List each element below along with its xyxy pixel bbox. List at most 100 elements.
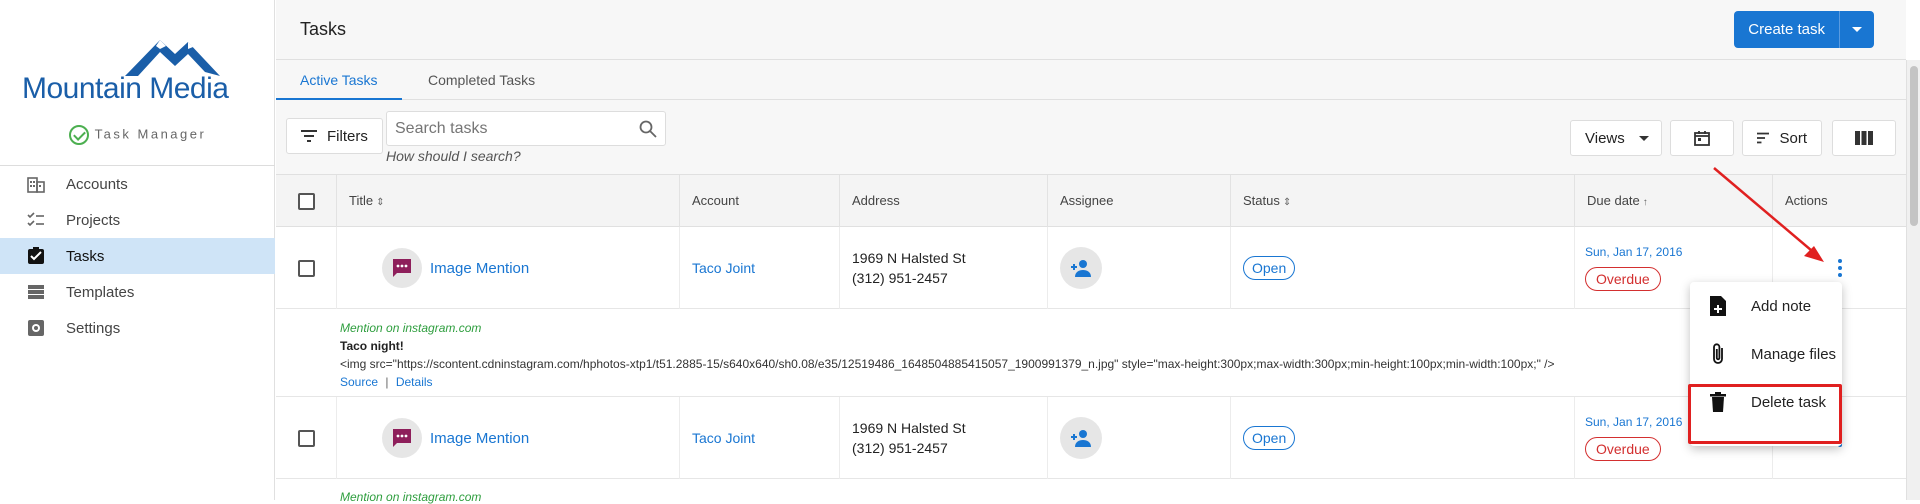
delete-task-highlight <box>1688 384 1842 444</box>
assignee-cell <box>1047 227 1230 309</box>
create-task-dropdown-button[interactable] <box>1840 11 1874 48</box>
column-assignee: Assignee <box>1047 175 1230 227</box>
sidebar-item-accounts[interactable]: Accounts <box>0 166 275 202</box>
sort-ascending-icon: ↑ <box>1642 197 1648 208</box>
sidebar-item-tasks[interactable]: Tasks <box>0 238 275 274</box>
search-icon[interactable] <box>639 120 657 141</box>
status-badge[interactable]: Open <box>1243 426 1296 450</box>
column-title-label: Title <box>349 193 374 208</box>
check-circle-icon <box>68 125 89 145</box>
message-icon <box>382 248 422 288</box>
column-status[interactable]: Status ⇕ <box>1230 175 1574 227</box>
account-link[interactable]: Taco Joint <box>692 430 755 446</box>
add-note-menu-item[interactable]: Add note <box>1690 282 1842 330</box>
add-person-icon <box>1071 430 1091 447</box>
tab-active-tasks[interactable]: Active Tasks <box>276 60 402 100</box>
assign-user-button[interactable] <box>1060 417 1102 459</box>
account-link[interactable]: Taco Joint <box>692 260 755 276</box>
select-all-checkbox[interactable] <box>297 192 315 210</box>
caret-down-icon <box>1852 27 1862 32</box>
page-header: Tasks Create task <box>276 0 1906 60</box>
link-separator: | <box>385 375 389 389</box>
row-checkbox[interactable] <box>297 259 315 277</box>
gear-icon <box>26 318 46 338</box>
column-title[interactable]: Title ⇕ <box>336 175 679 227</box>
sidebar-item-label: Templates <box>66 283 135 301</box>
app-name: Task Manager <box>0 125 275 145</box>
sidebar-item-label: Accounts <box>66 175 128 193</box>
table-row[interactable]: Image Mention Taco Joint 1969 N Halsted … <box>276 397 1906 479</box>
sort-button[interactable]: Sort <box>1742 120 1822 156</box>
column-address: Address <box>839 175 1047 227</box>
filters-button[interactable]: Filters <box>286 118 383 154</box>
annotation-arrow-icon <box>1713 167 1824 262</box>
create-task-button[interactable]: Create task <box>1734 11 1840 48</box>
assign-user-button[interactable] <box>1060 247 1102 289</box>
sidebar-item-label: Settings <box>66 319 121 337</box>
create-task-split-button: Create task <box>1734 11 1874 48</box>
views-dropdown[interactable]: Views <box>1570 120 1662 156</box>
sidebar-item-label: Projects <box>66 211 121 229</box>
page-title: Tasks <box>300 19 347 39</box>
brand-logo[interactable]: Mountain Media <box>20 32 260 105</box>
status-cell: Open <box>1230 227 1574 309</box>
details-link[interactable]: Details <box>396 375 433 389</box>
tab-completed-tasks[interactable]: Completed Tasks <box>404 60 559 100</box>
row-select-cell <box>276 227 336 309</box>
columns-button[interactable] <box>1832 120 1896 156</box>
add-note-icon <box>1707 295 1729 317</box>
sidebar-item-templates[interactable]: Templates <box>0 274 275 310</box>
row-checkbox[interactable] <box>297 429 315 447</box>
app-name-text: Task Manager <box>94 126 207 142</box>
task-detail: Mention on instagram.com Taco night! <im… <box>276 309 1906 397</box>
vertical-scrollbar[interactable] <box>1906 60 1920 500</box>
detail-source: Mention on instagram.com <box>340 490 482 504</box>
brand-name: Mountain Media <box>22 72 229 105</box>
detail-title: Taco night! <box>340 339 404 353</box>
scrollbar-thumb[interactable] <box>1910 66 1918 226</box>
menu-item-label: Manage files <box>1751 345 1837 363</box>
sidebar-item-settings[interactable]: Settings <box>0 310 275 346</box>
sidebar-item-projects[interactable]: Projects <box>0 202 275 238</box>
sort-icon <box>1757 132 1770 144</box>
column-status-label: Status <box>1243 193 1280 208</box>
main-panel: Tasks Create task Active Tasks Completed… <box>276 0 1906 504</box>
filters-label: Filters <box>327 127 368 145</box>
search-box <box>386 111 666 146</box>
status-cell: Open <box>1230 397 1574 479</box>
more-vert-icon[interactable] <box>1837 259 1842 277</box>
search-help-link[interactable]: How should I search? <box>386 148 521 164</box>
status-badge[interactable]: Open <box>1243 256 1296 280</box>
calendar-button[interactable] <box>1670 120 1734 156</box>
overdue-badge: Overdue <box>1585 437 1661 461</box>
task-title-link[interactable]: Image Mention <box>430 430 529 447</box>
caret-down-icon <box>1638 135 1649 141</box>
search-input[interactable] <box>387 112 617 145</box>
paperclip-icon <box>1707 342 1729 366</box>
sidebar-nav: Accounts Projects Tasks Templates Settin… <box>0 166 275 346</box>
menu-item-label: Add note <box>1751 297 1812 315</box>
building-icon <box>26 174 46 194</box>
task-title-link[interactable]: Image Mention <box>430 260 529 277</box>
detail-links: Source | Details <box>340 375 1906 389</box>
address-cell: 1969 N Halsted St (312) 951-2457 <box>839 227 1047 309</box>
select-all-cell <box>276 175 336 227</box>
source-link[interactable]: Source <box>340 375 378 389</box>
due-date: Sun, Jan 17, 2016 <box>1585 245 1683 259</box>
address-street: 1969 N Halsted St <box>852 250 966 266</box>
manage-files-menu-item[interactable]: Manage files <box>1690 330 1842 378</box>
columns-icon <box>1855 131 1873 145</box>
row-select-cell <box>276 397 336 479</box>
add-person-icon <box>1071 260 1091 277</box>
table-icon <box>26 282 46 302</box>
detail-body: <img src="https://scontent.cdninstagram.… <box>340 357 1555 371</box>
detail-source: Mention on instagram.com <box>340 321 482 335</box>
message-icon <box>382 418 422 458</box>
sort-updown-icon: ⇕ <box>376 197 385 208</box>
address-street: 1969 N Halsted St <box>852 420 966 436</box>
address-phone: (312) 951-2457 <box>852 270 948 286</box>
views-label: Views <box>1585 129 1625 147</box>
table-header: Title ⇕ Account Address Assignee Status ⇕ … <box>276 175 1906 227</box>
table-row[interactable]: Image Mention Taco Joint 1969 N Halsted … <box>276 227 1906 309</box>
checkbox-icon <box>26 246 46 266</box>
